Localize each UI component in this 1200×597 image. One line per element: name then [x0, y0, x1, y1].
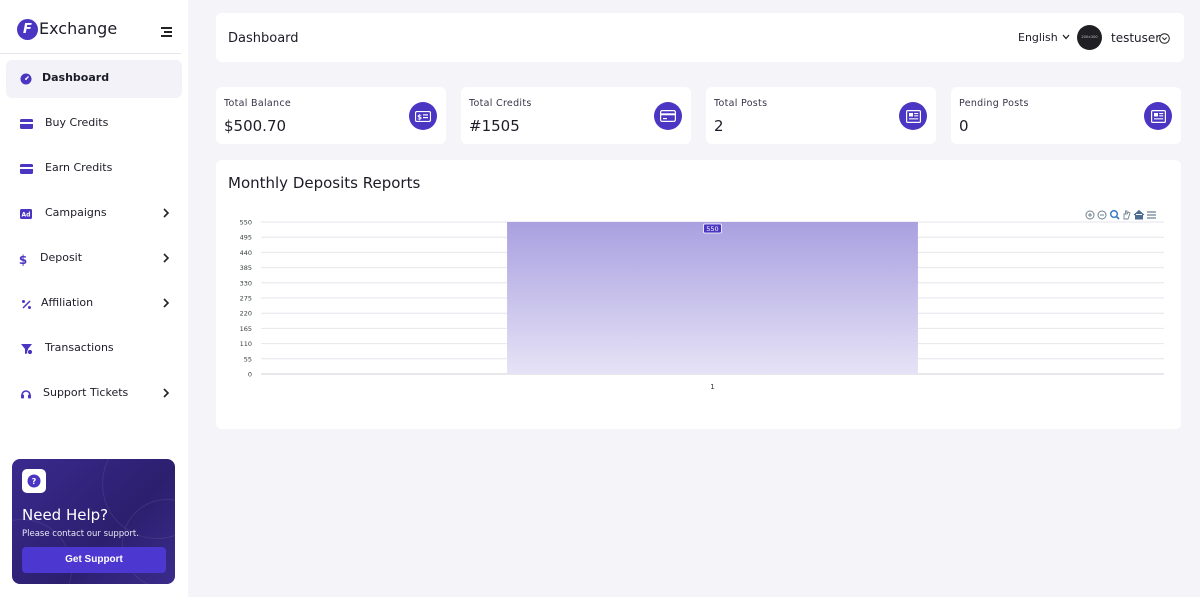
sidebar-item-affiliation[interactable]: Affiliation — [6, 285, 182, 323]
y-tick-label: 220 — [240, 310, 252, 318]
help-subtitle: Please contact our support. — [22, 529, 139, 539]
logo-row: F Exchange — [0, 0, 181, 54]
stat-label: Total Balance — [224, 98, 291, 109]
monthly-deposits-chart-panel: Monthly Deposits Reports 0 55 110 165 220 275… — [216, 160, 1181, 429]
stat-value: #1505 — [469, 117, 520, 135]
chevron-right-icon — [163, 208, 170, 218]
stat-value: $500.70 — [224, 117, 287, 135]
sidebar-item-label: Earn Credits — [45, 161, 113, 174]
ad-icon: Ad — [19, 207, 33, 221]
sidebar-item-label: Dashboard — [42, 71, 110, 84]
sidebar-item-transactions[interactable]: Transactions — [6, 330, 182, 368]
chevron-right-icon — [163, 253, 170, 263]
stat-label: Total Credits — [469, 98, 532, 109]
stat-card-total-credits: Total Credits #1505 — [461, 87, 691, 144]
bar[interactable] — [507, 222, 918, 374]
svg-text:Ad: Ad — [22, 212, 31, 219]
transactions-icon — [19, 342, 33, 356]
newspaper-icon — [899, 102, 927, 130]
credit-card-icon — [19, 162, 33, 176]
language-selector[interactable]: English — [1018, 31, 1058, 44]
sidebar-item-support-tickets[interactable]: Support Tickets — [6, 375, 182, 413]
deposits-bar-chart: 0 55 110 165 220 275 330 385 440 495 550 550 1 — [240, 219, 1164, 391]
chevron-down-circle-icon[interactable] — [1159, 33, 1170, 44]
svg-text:$: $ — [19, 253, 27, 266]
sidebar: F Exchange Dashboard Buy Credits Earn Cr… — [0, 0, 188, 597]
sidebar-item-earn-credits[interactable]: Earn Credits — [6, 150, 182, 188]
credit-card-icon — [19, 117, 33, 131]
chevron-right-icon — [163, 388, 170, 398]
headset-icon — [19, 387, 33, 401]
sidebar-item-deposit[interactable]: $ Deposit — [6, 240, 182, 278]
sidebar-item-campaigns[interactable]: Ad Campaigns — [6, 195, 182, 233]
sidebar-nav: Dashboard Buy Credits Earn Credits Ad Ca… — [0, 60, 188, 420]
y-tick-label: 495 — [240, 234, 252, 242]
chevron-down-icon[interactable] — [1062, 34, 1070, 40]
stat-card-total-posts: Total Posts 2 — [706, 87, 936, 144]
avatar[interactable]: 200×200 — [1077, 25, 1102, 50]
dollar-icon: $ — [16, 252, 30, 266]
help-icon: ? — [22, 469, 46, 493]
money-icon: $ — [409, 102, 437, 130]
y-tick-label: 550 — [240, 219, 252, 227]
top-header: Dashboard English 200×200 testuser — [216, 13, 1184, 62]
sidebar-item-label: Campaigns — [45, 206, 107, 219]
sidebar-item-label: Buy Credits — [45, 116, 109, 129]
sidebar-item-dashboard[interactable]: Dashboard — [6, 60, 182, 98]
logo-icon[interactable]: F — [17, 19, 38, 40]
stat-card-pending-posts: Pending Posts 0 — [951, 87, 1181, 144]
help-card: ? Need Help? Please contact our support.… — [12, 459, 175, 584]
percent-icon — [19, 297, 33, 311]
credit-card-icon — [654, 102, 682, 130]
help-title: Need Help? — [22, 506, 109, 524]
get-support-button[interactable]: Get Support — [22, 547, 166, 573]
chevron-right-icon — [163, 298, 170, 308]
x-tick-label: 1 — [710, 383, 714, 391]
y-tick-label: 275 — [240, 295, 252, 303]
sidebar-item-label: Support Tickets — [43, 386, 129, 399]
stat-label: Total Posts — [714, 98, 768, 109]
username[interactable]: testuser — [1111, 31, 1160, 45]
y-tick-label: 330 — [240, 279, 252, 287]
sidebar-item-label: Affiliation — [41, 296, 94, 309]
newspaper-icon — [1144, 102, 1172, 130]
sidebar-item-label: Deposit — [40, 251, 83, 264]
y-tick-label: 440 — [240, 249, 252, 257]
menu-toggle-icon[interactable] — [161, 27, 172, 37]
y-tick-label: 110 — [240, 340, 252, 348]
y-tick-label: 165 — [240, 325, 252, 333]
page-title: Dashboard — [228, 31, 299, 46]
y-tick-label: 385 — [240, 264, 252, 272]
y-tick-label: 0 — [248, 371, 252, 379]
y-tick-label: 55 — [244, 355, 252, 363]
stat-value: 0 — [959, 117, 969, 135]
stat-value: 2 — [714, 117, 724, 135]
dashboard-icon — [19, 72, 33, 86]
app-name[interactable]: Exchange — [39, 19, 117, 38]
sidebar-item-buy-credits[interactable]: Buy Credits — [6, 105, 182, 143]
data-label: 550 — [706, 225, 718, 233]
sidebar-item-label: Transactions — [45, 341, 114, 354]
stat-card-total-balance: Total Balance $500.70 $ — [216, 87, 446, 144]
stat-label: Pending Posts — [959, 98, 1029, 109]
svg-text:$: $ — [417, 113, 422, 121]
svg-text:?: ? — [32, 477, 37, 486]
